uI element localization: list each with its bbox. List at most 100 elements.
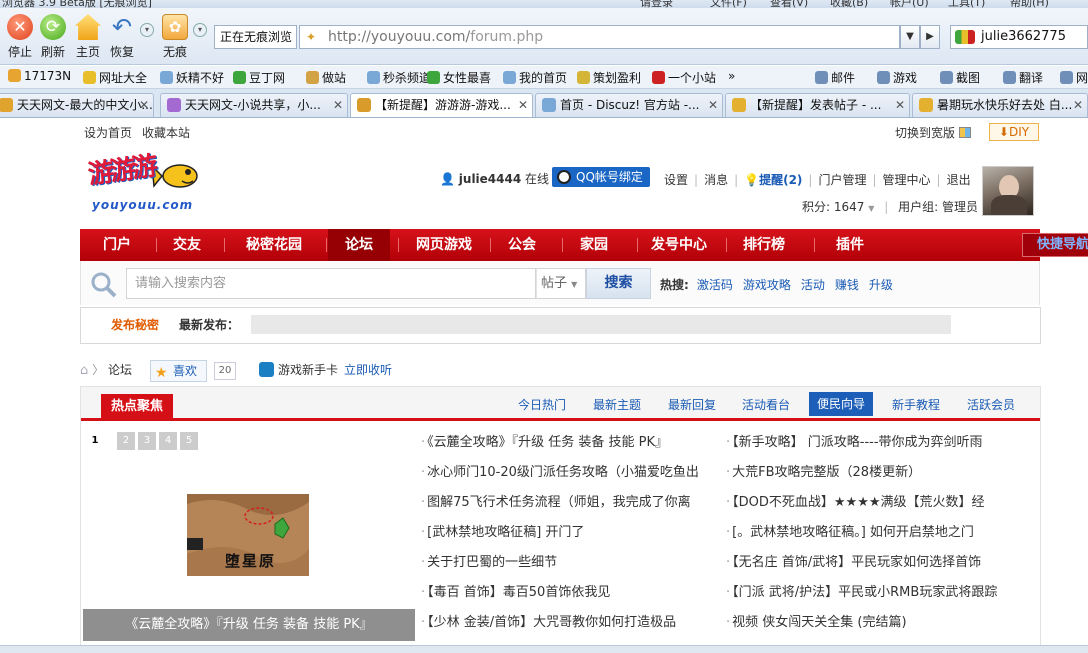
post-link[interactable]: 【毒百 首饰】毒百50首饰依我见 xyxy=(421,581,713,600)
quick-nav-button[interactable]: 快捷导航 ▾ xyxy=(1022,233,1088,257)
home-icon[interactable]: ⌂ xyxy=(80,363,88,378)
nav-item[interactable]: 门户 xyxy=(88,229,146,261)
qq-bind-button[interactable]: QQ帐号绑定 xyxy=(552,167,650,187)
bookmark-item[interactable]: 邮件 xyxy=(815,69,855,86)
nav-item[interactable]: 家园 xyxy=(564,229,624,261)
reminders-link[interactable]: 提醒(2) xyxy=(759,173,802,187)
nav-item[interactable]: 插件 xyxy=(816,229,884,261)
messages-link[interactable]: 消息 xyxy=(704,173,728,187)
points-link[interactable]: 积分: 1647 xyxy=(802,200,864,214)
like-button[interactable]: ★ 喜欢 xyxy=(150,360,207,382)
post-link[interactable]: 《云麓全攻略》『升级 任务 装备 技能 PK』 xyxy=(421,431,713,450)
close-icon[interactable]: ✕ xyxy=(708,94,718,116)
post-link[interactable]: 大荒FB攻略完整版（28楼更新） xyxy=(726,461,1018,480)
hot-search-item[interactable]: 游戏攻略 xyxy=(743,278,791,292)
hot-search-item[interactable]: 活动 xyxy=(801,278,825,292)
bookmark-item[interactable]: 秒杀频道 xyxy=(367,69,431,86)
post-link[interactable]: 图解75飞行术任务流程（师姐，我完成了你离 xyxy=(421,491,713,510)
undo-button[interactable]: ↶ 恢复 xyxy=(102,14,142,64)
hot-tab[interactable]: 新手教程 xyxy=(892,396,940,413)
bookmark-item[interactable]: 策划盈利 xyxy=(577,69,641,86)
nav-item[interactable]: 公会 xyxy=(492,229,552,261)
post-link[interactable]: 【无名庄 首饰/武将】平民玩家如何选择首饰 xyxy=(726,551,1018,570)
menu-tools[interactable]: 工具(T) xyxy=(948,0,985,8)
go-button[interactable]: ▶ xyxy=(920,25,940,49)
browser-tab[interactable]: 暑期玩水快乐好去处 白... ✕ xyxy=(912,93,1088,117)
menu-help[interactable]: 帮助(H) xyxy=(1010,0,1049,8)
browser-tab[interactable]: 天天网文-小说共享，小... ✕ xyxy=(160,93,348,117)
hot-tab[interactable]: 活动看台 xyxy=(742,396,790,413)
post-link[interactable]: 【门派 武将/护法】平民或小RMB玩家武将跟踪 xyxy=(726,581,1018,600)
menu-login[interactable]: 请登录 xyxy=(640,0,673,8)
hot-search-item[interactable]: 赚钱 xyxy=(835,278,859,292)
post-link[interactable]: 视频 侠女闯天关全集 (完结篇) xyxy=(726,611,1018,630)
site-logo[interactable]: 游游游 youyouu.com xyxy=(86,152,208,220)
bookmark-item[interactable]: 截图 xyxy=(940,69,980,86)
browser-tab[interactable]: 【新提醒】发表帖子 - ... ✕ xyxy=(725,93,910,117)
bookmark-item[interactable]: 我的首页 xyxy=(503,69,567,86)
nav-item[interactable]: 排行榜 xyxy=(728,229,800,261)
browser-tab[interactable]: 天天网文-最大的中文小... ✕ xyxy=(0,93,154,117)
slide-page-button[interactable]: 5 xyxy=(180,432,198,450)
bookmark-item[interactable]: 一个小站 xyxy=(652,69,716,86)
slide-page-button[interactable]: 2 xyxy=(117,432,135,450)
logout-link[interactable]: 退出 xyxy=(947,173,971,187)
bookmark-item[interactable]: 豆丁网 xyxy=(233,69,285,86)
menu-view[interactable]: 查看(V) xyxy=(770,0,808,8)
bookmark-item[interactable]: 网址大全 xyxy=(83,69,147,86)
search-input[interactable]: 请输入搜索内容 xyxy=(126,268,536,299)
browser-tab[interactable]: 首页 - Discuz! 官方站 -... ✕ xyxy=(535,93,723,117)
slide-page-button[interactable]: 1 xyxy=(86,432,104,450)
incognito-button[interactable]: ✿ 无痕 xyxy=(155,14,195,64)
bookmark-item[interactable]: 17173N xyxy=(8,69,71,83)
slide-image[interactable]: 堕星原 xyxy=(187,494,309,576)
hot-search-item[interactable]: 激活码 xyxy=(697,278,733,292)
close-icon[interactable]: ✕ xyxy=(139,94,149,116)
diy-button[interactable]: ⬇DIY xyxy=(989,123,1039,141)
slide-page-button[interactable]: 4 xyxy=(159,432,177,450)
hot-tab[interactable]: 今日热门 xyxy=(518,396,566,413)
refresh-button[interactable]: ⟳ 刷新 xyxy=(33,14,73,64)
post-link[interactable]: 【新手攻略】 门派攻略----带你成为弈剑听雨 xyxy=(726,431,1018,450)
portal-admin-link[interactable]: 门户管理 xyxy=(818,173,866,187)
account-box[interactable]: julie3662775 xyxy=(950,25,1088,49)
slide-caption[interactable]: 《云麓全攻略》『升级 任务 装备 技能 PK』 xyxy=(83,609,415,641)
bookmark-site-link[interactable]: 收藏本站 xyxy=(142,126,190,140)
post-link[interactable]: 【DOD不死血战】★★★★满级【荒火数】经 xyxy=(726,491,1018,510)
search-button[interactable]: 搜索 xyxy=(586,268,651,299)
post-link[interactable]: 冰心师门10-20级门派任务攻略（小猫爱吃鱼出 xyxy=(421,461,713,480)
hot-tab[interactable]: 最新主题 xyxy=(593,396,641,413)
hot-search-item[interactable]: 升级 xyxy=(869,278,893,292)
settings-link[interactable]: 设置 xyxy=(664,173,688,187)
address-dropdown-button[interactable]: ▼ xyxy=(900,25,920,49)
bookmark-item[interactable]: 女性最喜 xyxy=(427,69,491,86)
username-link[interactable]: julie4444 xyxy=(459,172,521,186)
more-bookmarks-button[interactable]: » xyxy=(728,69,735,83)
close-icon[interactable]: ✕ xyxy=(895,94,905,116)
close-icon[interactable]: ✕ xyxy=(1073,94,1083,116)
bookmark-item[interactable]: 翻译 xyxy=(1003,69,1043,86)
nav-item[interactable]: 秘密花园 xyxy=(226,229,322,261)
chevron-down-icon[interactable]: ▾ xyxy=(193,23,207,37)
hot-tab[interactable]: 最新回复 xyxy=(668,396,716,413)
wide-switch-link[interactable]: 切换到宽版 xyxy=(895,124,971,141)
browser-tab[interactable]: 【新提醒】游游游-游戏... ✕ xyxy=(350,93,533,117)
avatar[interactable] xyxy=(982,166,1034,216)
nav-item[interactable]: 交友 xyxy=(158,229,216,261)
bookmark-item[interactable]: 游戏 xyxy=(877,69,917,86)
listen-now-link[interactable]: 立即收听 xyxy=(344,363,392,377)
admin-center-link[interactable]: 管理中心 xyxy=(883,173,931,187)
set-homepage-link[interactable]: 设为首页 xyxy=(84,126,132,140)
bookmark-item[interactable]: 做站 xyxy=(306,69,346,86)
menu-favorites[interactable]: 收藏(B) xyxy=(830,0,868,8)
search-type-select[interactable]: 帖子 ▼ xyxy=(536,268,586,299)
post-link[interactable]: [武林禁地攻略征稿] 开门了 xyxy=(421,521,713,540)
chevron-down-icon[interactable]: ▾ xyxy=(140,23,154,37)
nav-item[interactable]: 发号中心 xyxy=(639,229,719,261)
nav-item[interactable]: 网页游戏 xyxy=(400,229,488,261)
address-bar[interactable]: ✦ http://youyouu.com/forum.php xyxy=(299,25,900,49)
nav-item[interactable]: 论坛 xyxy=(328,229,390,261)
close-icon[interactable]: ✕ xyxy=(333,94,343,116)
slide-page-button[interactable]: 3 xyxy=(138,432,156,450)
breadcrumb-forum[interactable]: 论坛 xyxy=(108,363,132,377)
